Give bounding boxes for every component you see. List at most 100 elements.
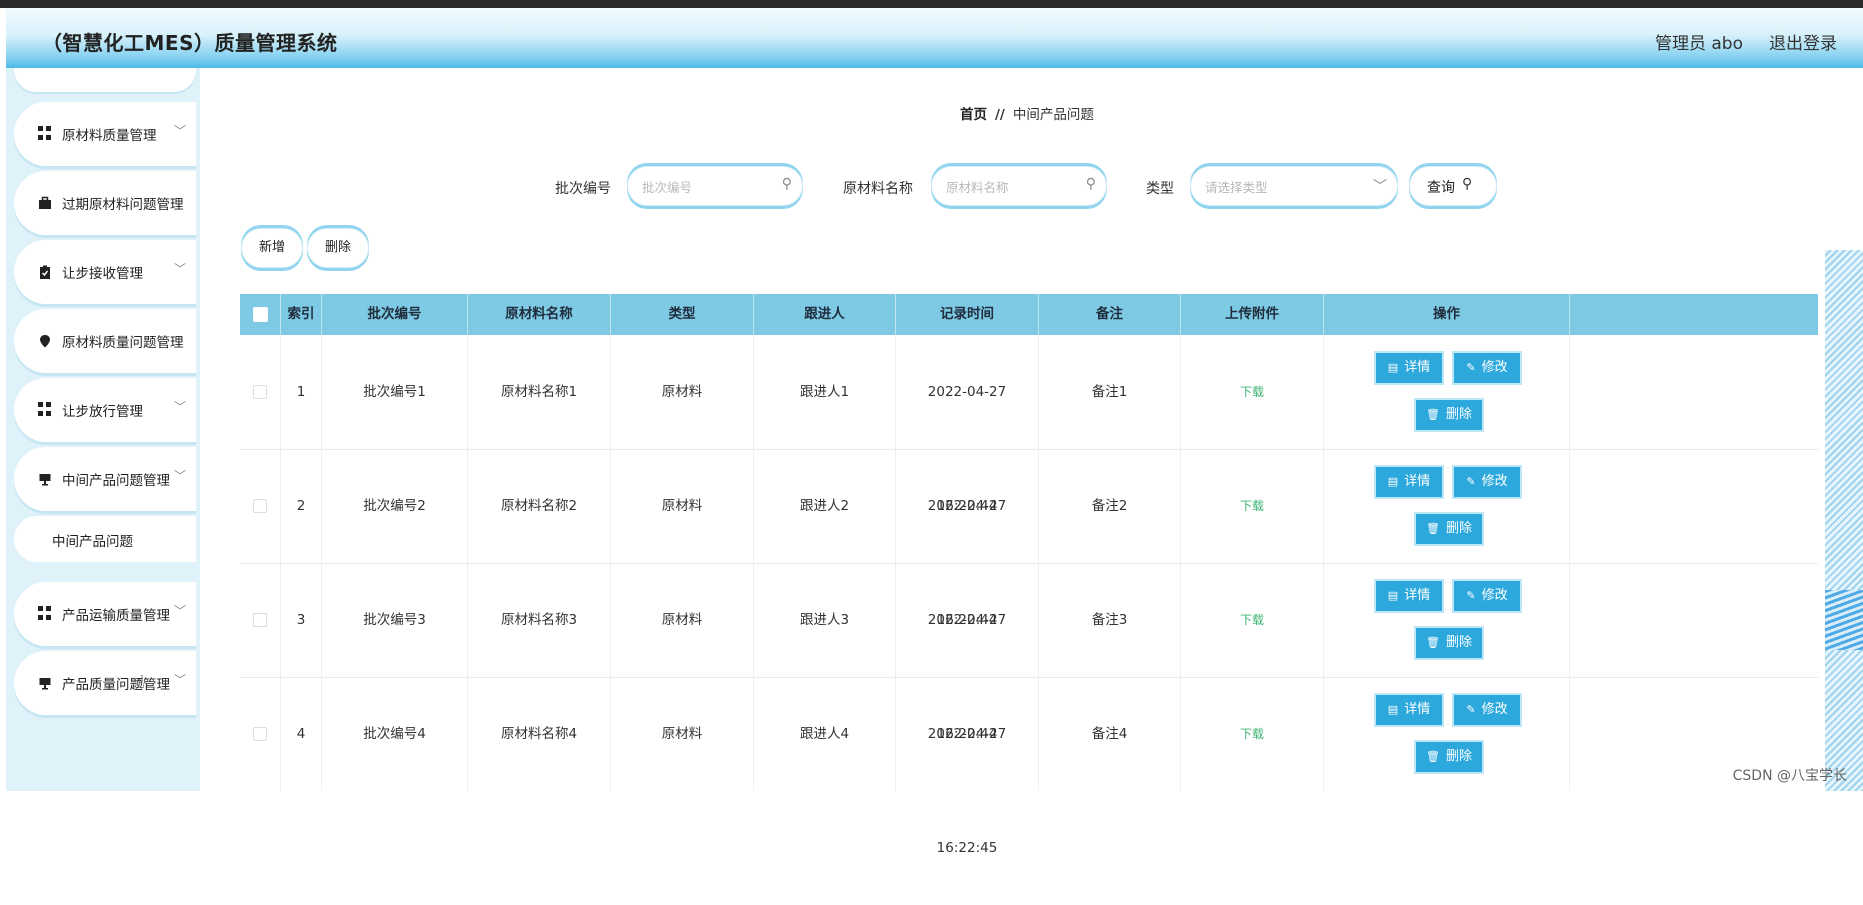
- column-header: 索引: [281, 294, 322, 335]
- breadcrumb: 首页 // 中间产品问题: [960, 103, 1094, 123]
- sidebar-item-partial[interactable]: [14, 68, 196, 92]
- download-link[interactable]: 下载: [1181, 449, 1324, 563]
- detail-button[interactable]: ▤ 详情: [1374, 465, 1444, 499]
- add-button[interactable]: 新增: [241, 228, 303, 268]
- cell-type: 原材料: [611, 563, 754, 677]
- window-top-strip: [0, 0, 1863, 8]
- column-header: 记录时间: [896, 294, 1039, 335]
- sidebar-item-intermediate-issues[interactable]: 中间产品问题管理 ﹀: [14, 447, 196, 511]
- download-link[interactable]: 下载: [1181, 335, 1324, 449]
- pencil-icon: ✎: [1466, 589, 1476, 602]
- row-checkbox[interactable]: [253, 727, 267, 741]
- sidebar-item-label: 中间产品问题管理: [62, 473, 170, 489]
- edit-button-label: 修改: [1481, 360, 1508, 375]
- edit-button-label: 修改: [1481, 588, 1508, 603]
- batch-placeholder: 批次编号: [642, 180, 693, 195]
- cell-actions: ▤ 详情 ✎ 修改 🗑 删除: [1324, 449, 1570, 563]
- sidebar-item-expired-material[interactable]: 过期原材料问题管理: [14, 171, 196, 235]
- pencil-icon: ✎: [1466, 703, 1476, 716]
- sidebar-item-label: 原材料质量问题管理: [62, 335, 184, 351]
- table-row: 4 批次编号4 原材料名称4 原材料 跟进人4 2022-04-27 16:22…: [240, 677, 1818, 856]
- type-label: 类型: [1146, 181, 1174, 197]
- detail-button-label: 详情: [1404, 360, 1431, 375]
- batch-delete-button[interactable]: 删除: [307, 228, 369, 268]
- edit-button[interactable]: ✎ 修改: [1452, 351, 1522, 385]
- download-link[interactable]: 下载: [1181, 563, 1324, 677]
- material-input[interactable]: 原材料名称 ⚲: [931, 166, 1107, 206]
- grid-icon: [38, 606, 52, 620]
- row-checkbox[interactable]: [253, 499, 267, 513]
- sidebar-item-label: 原材料质量管理: [62, 128, 157, 144]
- select-all-checkbox[interactable]: [252, 306, 268, 322]
- sidebar-subitem-intermediate-product-issue[interactable]: 中间产品问题: [14, 516, 196, 562]
- sidebar-subitem-label: 中间产品问题: [52, 534, 133, 550]
- sidebar-item-concession-release[interactable]: 让步放行管理 ﹀: [14, 378, 196, 442]
- search-icon: ⚲: [781, 176, 792, 192]
- sidebar-item-material-issues[interactable]: 原材料质量问题管理: [14, 309, 196, 373]
- sidebar-item-transport-quality[interactable]: 产品运输质量管理 ﹀: [14, 582, 196, 646]
- detail-button[interactable]: ▤ 详情: [1374, 351, 1444, 385]
- delete-button-label: 删除: [1445, 407, 1472, 422]
- detail-button-label: 详情: [1404, 588, 1431, 603]
- document-icon: ▤: [1387, 589, 1399, 602]
- edit-button-label: 修改: [1481, 702, 1508, 717]
- decorative-stripes: [1825, 250, 1863, 791]
- cell-time: 2022-04-27 16:22:45: [896, 677, 1039, 856]
- trash-icon: 🗑: [1426, 636, 1440, 649]
- cell-index: 4: [281, 677, 322, 791]
- column-header: 类型: [611, 294, 754, 335]
- sidebar-item-material-quality[interactable]: 原材料质量管理 ﹀: [14, 102, 196, 166]
- document-icon: ▤: [1387, 475, 1399, 488]
- cell-type: 原材料: [611, 449, 754, 563]
- delete-button[interactable]: 🗑 删除: [1414, 740, 1484, 774]
- monitor-icon: [38, 675, 52, 690]
- detail-button[interactable]: ▤ 详情: [1374, 579, 1444, 613]
- batch-input[interactable]: 批次编号 ⚲: [627, 166, 803, 206]
- app-header: （智慧化工MES）质量管理系统 管理员 abo 退出登录: [6, 8, 1863, 68]
- download-link[interactable]: 下载: [1181, 677, 1324, 791]
- detail-button-label: 详情: [1404, 474, 1431, 489]
- cell-index: 3: [281, 563, 322, 677]
- logout-link[interactable]: 退出登录: [1769, 29, 1837, 54]
- breadcrumb-current: 中间产品问题: [1012, 107, 1094, 123]
- sidebar-item-label: 过期原材料问题管理: [62, 197, 184, 213]
- cell-follower: 跟进人3: [754, 563, 896, 677]
- column-header: 原材料名称: [468, 294, 611, 335]
- cell-batch: 批次编号2: [322, 449, 468, 563]
- delete-button[interactable]: 🗑 删除: [1414, 512, 1484, 546]
- chevron-down-icon: ﹀: [174, 400, 187, 414]
- briefcase-icon: [38, 195, 52, 209]
- edit-button[interactable]: ✎ 修改: [1452, 465, 1522, 499]
- delete-button-label: 删除: [1445, 749, 1472, 764]
- clipboard-icon: [38, 264, 52, 279]
- row-checkbox[interactable]: [253, 613, 267, 627]
- sidebar-item-product-quality-issues[interactable]: 产品质量问题管理 ﹀: [14, 651, 196, 715]
- edit-button[interactable]: ✎ 修改: [1452, 579, 1522, 613]
- cell-type: 原材料: [611, 335, 754, 449]
- cell-batch: 批次编号1: [322, 335, 468, 449]
- column-header: 批次编号: [322, 294, 468, 335]
- breadcrumb-home[interactable]: 首页: [960, 107, 987, 123]
- chevron-down-icon: ﹀: [174, 604, 187, 618]
- edit-button[interactable]: ✎ 修改: [1452, 693, 1522, 727]
- watermark: CSDN @八宝学长: [1732, 768, 1847, 784]
- trash-icon: 🗑: [1426, 522, 1440, 535]
- search-bar: 批次编号 批次编号 ⚲ 原材料名称 原材料名称 ⚲ 类型 请选择类型 ﹀ 查询 …: [200, 166, 1600, 210]
- row-checkbox[interactable]: [253, 385, 267, 399]
- sidebar-item-label: 让步放行管理: [62, 404, 143, 420]
- type-select[interactable]: 请选择类型 ﹀: [1190, 166, 1398, 206]
- row-select-cell: [240, 335, 281, 449]
- cell-actions: ▤ 详情 ✎ 修改 🗑 删除: [1324, 677, 1570, 791]
- main-content: 首页 // 中间产品问题 批次编号 批次编号 ⚲ 原材料名称 原材料名称 ⚲ 类型 …: [200, 68, 1863, 856]
- chevron-down-icon: ﹀: [1373, 179, 1387, 195]
- delete-button-label: 删除: [1445, 635, 1472, 650]
- delete-button[interactable]: 🗑 删除: [1414, 398, 1484, 432]
- cell-material: 原材料名称2: [468, 449, 611, 563]
- delete-button[interactable]: 🗑 删除: [1414, 626, 1484, 660]
- cell-remark: 备注2: [1039, 449, 1181, 563]
- query-button[interactable]: 查询 ⚲: [1409, 166, 1497, 206]
- table-row: 1 批次编号1 原材料名称1 原材料 跟进人1 2022-04-27 16:22…: [240, 335, 1818, 514]
- sidebar-item-concession-accept[interactable]: 让步接收管理 ﹀: [14, 240, 196, 304]
- trash-icon: 🗑: [1426, 750, 1440, 763]
- detail-button[interactable]: ▤ 详情: [1374, 693, 1444, 727]
